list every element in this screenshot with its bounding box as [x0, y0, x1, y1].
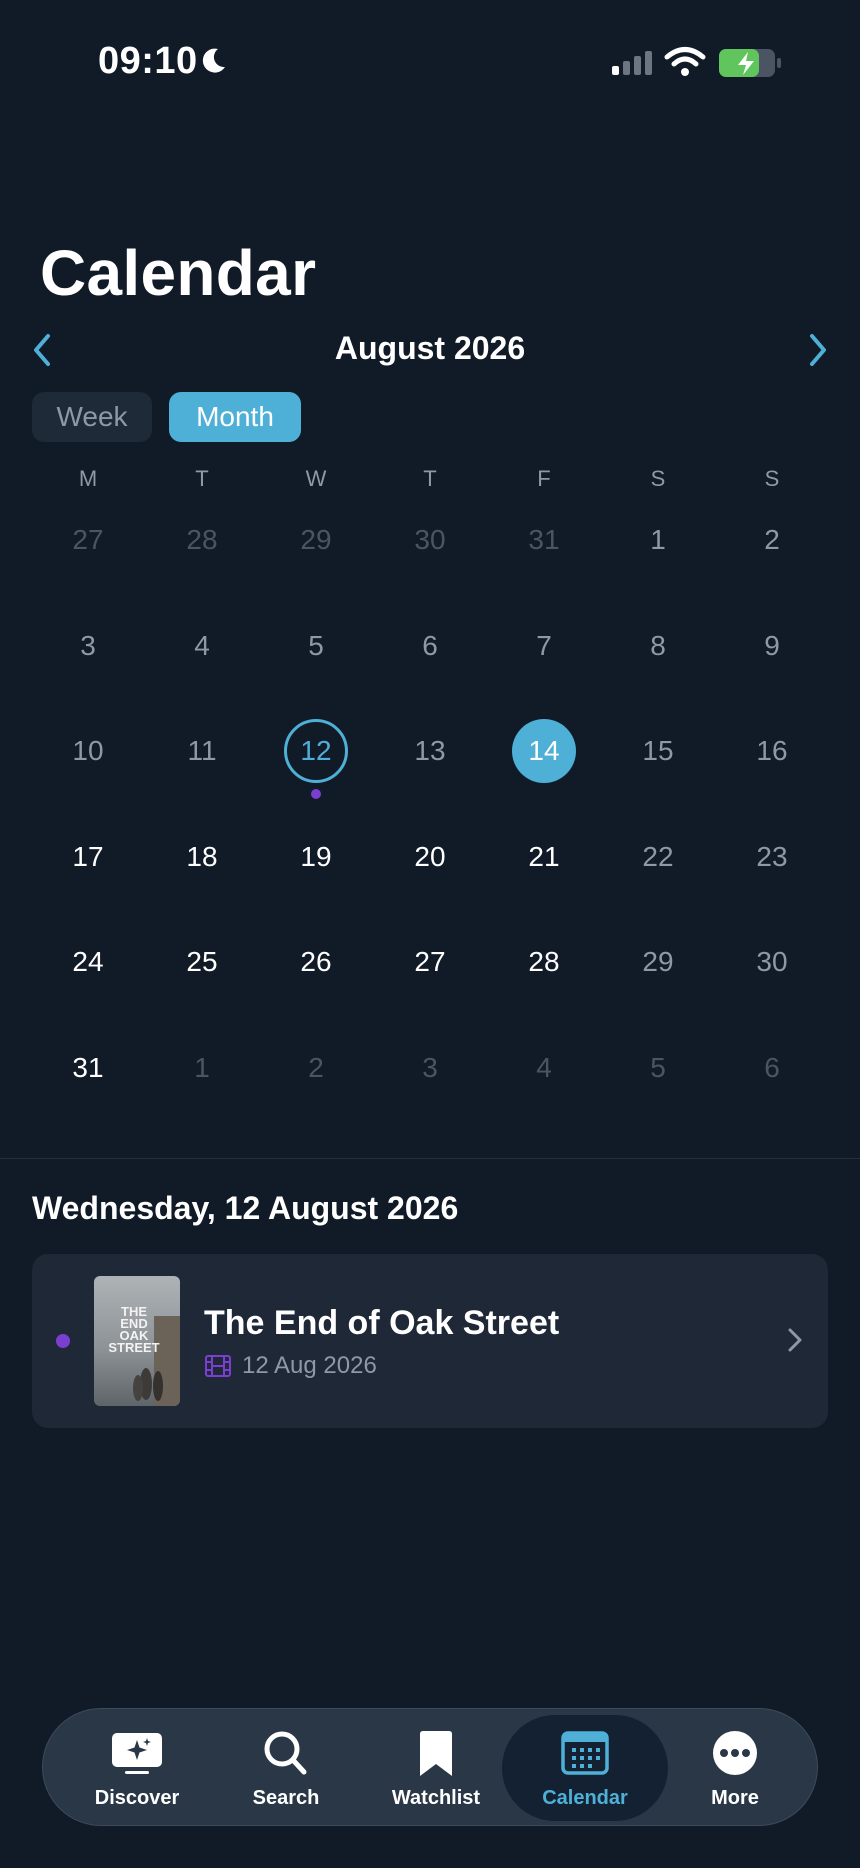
calendar-day[interactable]: 15	[626, 719, 690, 783]
calendar-day[interactable]: 16	[740, 719, 804, 783]
status-bar: 09:10	[0, 0, 860, 120]
calendar-day[interactable]: 30	[740, 930, 804, 994]
calendar-day[interactable]: 25	[170, 930, 234, 994]
bookmark-icon	[420, 1731, 452, 1776]
tab-more[interactable]: More	[660, 1709, 810, 1827]
tab-bar: Discover Search Watchlist Calendar More	[42, 1708, 818, 1826]
calendar-icon	[561, 1731, 609, 1775]
event-poster: THE END OAK STREET	[94, 1276, 180, 1406]
tab-calendar[interactable]: Calendar	[502, 1709, 668, 1827]
battery-icon	[719, 49, 781, 77]
calendar-day[interactable]: 2	[740, 508, 804, 572]
event-meta: 12 Aug 2026	[204, 1352, 377, 1380]
calendar-day[interactable]: 8	[626, 614, 690, 678]
calendar-day[interactable]: 29	[626, 930, 690, 994]
cellular-signal-icon	[612, 51, 652, 75]
status-time: 09:10	[98, 40, 198, 82]
calendar-day[interactable]: 1	[626, 508, 690, 572]
calendar-day[interactable]: 10	[56, 719, 120, 783]
calendar-day[interactable]: 12	[284, 719, 348, 783]
calendar-day[interactable]: 6	[398, 614, 462, 678]
calendar-day[interactable]: 26	[284, 930, 348, 994]
calendar-day[interactable]: 3	[56, 614, 120, 678]
tab-watchlist[interactable]: Watchlist	[361, 1709, 511, 1827]
calendar-day[interactable]: 6	[740, 1036, 804, 1100]
tab-label: Discover	[94, 1787, 180, 1809]
weekday-label: S	[650, 466, 666, 491]
next-month-chevron-icon[interactable]	[798, 328, 838, 372]
search-icon	[264, 1731, 307, 1775]
event-title: The End of Oak Street	[204, 1304, 560, 1342]
calendar-day[interactable]: 1	[170, 1036, 234, 1100]
calendar-day[interactable]: 27	[56, 508, 120, 572]
calendar-day[interactable]: 22	[626, 825, 690, 889]
weekday-label: F	[537, 466, 551, 491]
calendar-day[interactable]: 3	[398, 1036, 462, 1100]
film-icon	[205, 1355, 231, 1377]
tab-label: Calendar	[542, 1787, 628, 1809]
more-icon	[713, 1731, 757, 1775]
calendar-day[interactable]: 30	[398, 508, 462, 572]
calendar-day[interactable]: 28	[512, 930, 576, 994]
tab-label: More	[711, 1787, 759, 1809]
calendar-day[interactable]: 17	[56, 825, 120, 889]
poster-title-text: THE END OAK STREET	[108, 1304, 160, 1355]
weekday-label: T	[423, 466, 437, 491]
calendar-day[interactable]: 20	[398, 825, 462, 889]
calendar-day[interactable]: 11	[170, 719, 234, 783]
tab-search[interactable]: Search	[211, 1709, 361, 1827]
weekday-header: MTWTFSS	[0, 466, 860, 500]
event-date: 12 Aug 2026	[242, 1352, 377, 1379]
page-title: Calendar	[40, 237, 317, 309]
calendar-day[interactable]: 13	[398, 719, 462, 783]
calendar-day[interactable]: 28	[170, 508, 234, 572]
calendar-day[interactable]: 2	[284, 1036, 348, 1100]
week-view-toggle[interactable]: Week	[32, 392, 152, 442]
discover-icon	[112, 1733, 162, 1774]
event-indicator-dot	[56, 1334, 70, 1348]
month-view-toggle[interactable]: Month	[169, 392, 301, 442]
calendar-day[interactable]: 5	[626, 1036, 690, 1100]
weekday-label: T	[195, 466, 209, 491]
month-navigation: August 2026	[0, 322, 860, 378]
event-card[interactable]: THE END OAK STREET The End of Oak Street…	[32, 1254, 828, 1428]
calendar-day[interactable]: 4	[512, 1036, 576, 1100]
tab-label: Watchlist	[391, 1787, 481, 1809]
weekday-label: S	[764, 466, 780, 491]
tab-discover[interactable]: Discover	[62, 1709, 212, 1827]
calendar-day[interactable]: 14	[512, 719, 576, 783]
calendar-day[interactable]: 21	[512, 825, 576, 889]
weekday-label: W	[305, 466, 327, 491]
weekday-label: M	[78, 466, 98, 491]
tab-label: Search	[252, 1787, 320, 1809]
calendar-day[interactable]: 23	[740, 825, 804, 889]
calendar-day[interactable]: 24	[56, 930, 120, 994]
moon-icon	[202, 48, 225, 73]
calendar-day[interactable]: 27	[398, 930, 462, 994]
calendar-day[interactable]: 7	[512, 614, 576, 678]
divider	[0, 1158, 860, 1159]
calendar-day[interactable]: 4	[170, 614, 234, 678]
calendar-day[interactable]: 19	[284, 825, 348, 889]
calendar-day[interactable]: 31	[512, 508, 576, 572]
month-label: August 2026	[334, 330, 526, 366]
calendar-day[interactable]: 29	[284, 508, 348, 572]
chevron-right-icon	[788, 1328, 802, 1352]
event-dot	[311, 789, 321, 799]
selected-date-heading: Wednesday, 12 August 2026	[32, 1190, 459, 1226]
calendar-day[interactable]: 9	[740, 614, 804, 678]
wifi-icon	[664, 47, 706, 76]
calendar-day[interactable]: 5	[284, 614, 348, 678]
calendar-day[interactable]: 18	[170, 825, 234, 889]
calendar-day[interactable]: 31	[56, 1036, 120, 1100]
